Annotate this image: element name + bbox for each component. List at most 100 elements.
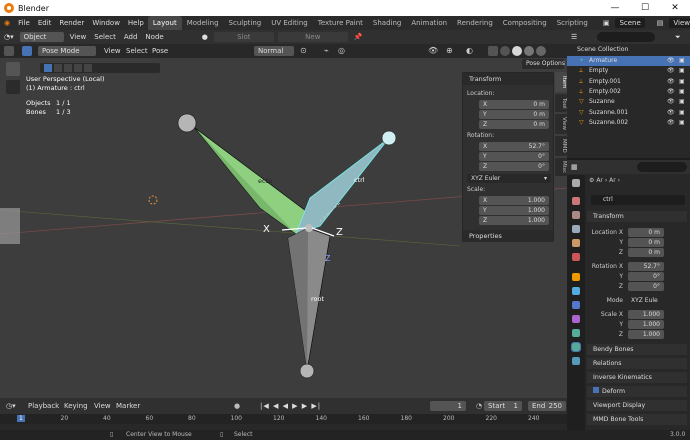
panel-deform[interactable]: Deform xyxy=(587,386,687,397)
menu-add[interactable]: Add xyxy=(120,30,142,44)
bone-name-field[interactable]: ctrl xyxy=(591,195,685,205)
camera-icon[interactable]: ▣ xyxy=(679,97,685,107)
panel-inverse-kinematics[interactable]: Inverse Kinematics xyxy=(587,372,687,383)
menu-marker[interactable]: Marker xyxy=(112,399,144,413)
outliner-item[interactable]: ▽ Suzanne.001 👁 ▣ xyxy=(567,108,690,118)
camera-icon[interactable]: ▣ xyxy=(679,56,685,66)
npanel-rotation-x[interactable]: X 52.7° xyxy=(479,142,549,151)
camera-icon[interactable]: ▣ xyxy=(679,66,685,76)
timeline-editor-icon[interactable]: ◷▾ xyxy=(2,399,20,413)
bone-constraints-tab-icon[interactable] xyxy=(572,357,580,365)
timeline-ruler[interactable]: 1 20 40 60 80 100 120 140 160 180 200 220 240 xyxy=(0,414,567,424)
tab-modeling[interactable]: Modeling xyxy=(182,16,224,30)
record-icon[interactable]: ● xyxy=(230,399,244,413)
location-z-field[interactable]: 0 m xyxy=(628,248,664,257)
npanel-location-y[interactable]: Y 0 m xyxy=(479,110,549,119)
menu-view-top[interactable]: View xyxy=(66,30,91,44)
armature-data-tab-icon[interactable] xyxy=(572,329,580,337)
outliner-item[interactable]: ⟂ Empty.002 👁 ▣ xyxy=(567,87,690,97)
constraints-tab-icon[interactable] xyxy=(572,315,580,323)
menu-view-timeline[interactable]: View xyxy=(90,399,115,413)
panel-mmd-bone-tools[interactable]: MMD Bone Tools xyxy=(587,414,687,425)
menu-file[interactable]: File xyxy=(14,16,34,30)
eye-icon[interactable]: 👁 xyxy=(667,87,675,97)
new-material-button[interactable]: New xyxy=(277,32,348,42)
outliner-item[interactable]: ✦ Armature 👁 ▣ xyxy=(567,56,690,66)
rotation-mode-dropdown[interactable]: XYZ Eule xyxy=(628,296,664,305)
menu-edit[interactable]: Edit xyxy=(34,16,56,30)
menu-render[interactable]: Render xyxy=(55,16,88,30)
npanel-location-x[interactable]: X 0 m xyxy=(479,100,549,109)
minimize-button[interactable]: — xyxy=(600,0,630,16)
location-y-field[interactable]: 0 m xyxy=(628,238,664,247)
panel-bendy-bones[interactable]: Bendy Bones xyxy=(587,344,687,355)
sidebar-tab-misc[interactable]: Misc xyxy=(555,158,567,176)
start-frame-field[interactable]: Start 1 xyxy=(484,401,522,411)
rotation-z-field[interactable]: 0° xyxy=(628,282,664,291)
sidebar-tab-tool[interactable]: Tool xyxy=(555,94,567,112)
editor-type-icon[interactable]: ◔▾ xyxy=(0,30,18,44)
menu-playback[interactable]: Playback xyxy=(24,399,63,413)
panel-transform[interactable]: Transform xyxy=(587,211,687,222)
tab-uv-editing[interactable]: UV Editing xyxy=(266,16,313,30)
npanel-rotation-y[interactable]: Y 0° xyxy=(479,152,549,161)
deform-checkbox[interactable] xyxy=(593,387,599,393)
menu-node[interactable]: Node xyxy=(141,30,167,44)
pose-mode-icon[interactable] xyxy=(22,46,32,56)
eye-icon[interactable]: 👁 xyxy=(667,77,675,87)
tab-sculpting[interactable]: Sculpting xyxy=(224,16,267,30)
sidebar-tab-item[interactable]: Item xyxy=(555,72,567,92)
tool-tab-icon[interactable] xyxy=(572,179,580,187)
npanel-transform-header[interactable]: Transform xyxy=(463,73,553,85)
object-dropdown[interactable]: Object xyxy=(19,32,64,42)
npanel-rotation-z[interactable]: Z 0° xyxy=(479,162,549,171)
tab-layout[interactable]: Layout xyxy=(147,16,182,30)
scale-z-field[interactable]: 1.000 xyxy=(628,330,664,339)
menu-window[interactable]: Window xyxy=(88,16,124,30)
outliner-editor-icon[interactable]: ☰ xyxy=(567,30,581,44)
camera-icon[interactable]: ▣ xyxy=(679,77,685,87)
rotation-y-field[interactable]: 0° xyxy=(628,272,664,281)
scale-y-field[interactable]: 1.000 xyxy=(628,320,664,329)
modifiers-tab-icon[interactable] xyxy=(572,287,580,295)
tab-scripting[interactable]: Scripting xyxy=(552,16,593,30)
npanel-location-z[interactable]: Z 0 m xyxy=(479,120,549,129)
scale-x-field[interactable]: 1.000 xyxy=(628,310,664,319)
npanel-scale-x[interactable]: X 1.000 xyxy=(479,196,549,205)
playback-controls-icon[interactable]: |◀ ◀ ◀ ▶ ▶ ▶| xyxy=(256,399,325,413)
render-tab-icon[interactable] xyxy=(572,197,580,205)
view-layer-selector[interactable]: View Layer xyxy=(669,18,690,28)
outliner-item[interactable]: ⟂ Empty 👁 ▣ xyxy=(567,66,690,76)
eye-icon[interactable]: 👁 xyxy=(667,56,675,66)
location-x-field[interactable]: 0 m xyxy=(628,228,664,237)
tab-compositing[interactable]: Compositing xyxy=(498,16,552,30)
tab-texture-paint[interactable]: Texture Paint xyxy=(313,16,368,30)
pose-mode-dropdown[interactable]: Pose Mode xyxy=(38,46,96,56)
filter-icon[interactable]: ⏷ xyxy=(671,30,685,44)
slot-dropdown[interactable]: Slot xyxy=(213,32,274,42)
menu-keying[interactable]: Keying xyxy=(60,399,92,413)
npanel-rotation-mode-dropdown[interactable]: XYZ Euler ▾ xyxy=(467,174,551,183)
rendered-shading-icon[interactable] xyxy=(536,46,546,56)
current-frame-field[interactable]: 1 xyxy=(430,401,466,411)
eye-icon[interactable]: 👁 xyxy=(667,66,675,76)
physics-tab-icon[interactable] xyxy=(572,301,580,309)
visibility-icon[interactable]: 👁 xyxy=(428,46,440,56)
eye-icon[interactable]: 👁 xyxy=(667,118,675,128)
proportional-icon[interactable]: ◎ xyxy=(338,46,348,56)
camera-icon[interactable]: ▣ xyxy=(679,87,685,97)
pin-icon[interactable]: 📌 xyxy=(350,30,367,44)
solid-shading-icon[interactable] xyxy=(512,46,522,56)
eye-icon[interactable]: 👁 xyxy=(667,97,675,107)
blender-menu-icon[interactable]: ◉ xyxy=(0,16,14,30)
gizmo-z-label[interactable]: Z xyxy=(336,227,343,238)
scene-tab-icon[interactable] xyxy=(572,239,580,247)
npanel-scale-y[interactable]: Y 1.000 xyxy=(479,206,549,215)
xray-icon[interactable] xyxy=(488,46,498,56)
properties-search-input[interactable] xyxy=(637,162,687,172)
rotation-x-field[interactable]: 52.7° xyxy=(628,262,664,271)
outliner-search-input[interactable] xyxy=(597,32,655,42)
properties-editor-icon[interactable]: ▦ xyxy=(567,160,582,174)
pivot-icon[interactable]: ⊙ xyxy=(300,46,310,56)
material-icon[interactable]: ● xyxy=(198,30,212,44)
